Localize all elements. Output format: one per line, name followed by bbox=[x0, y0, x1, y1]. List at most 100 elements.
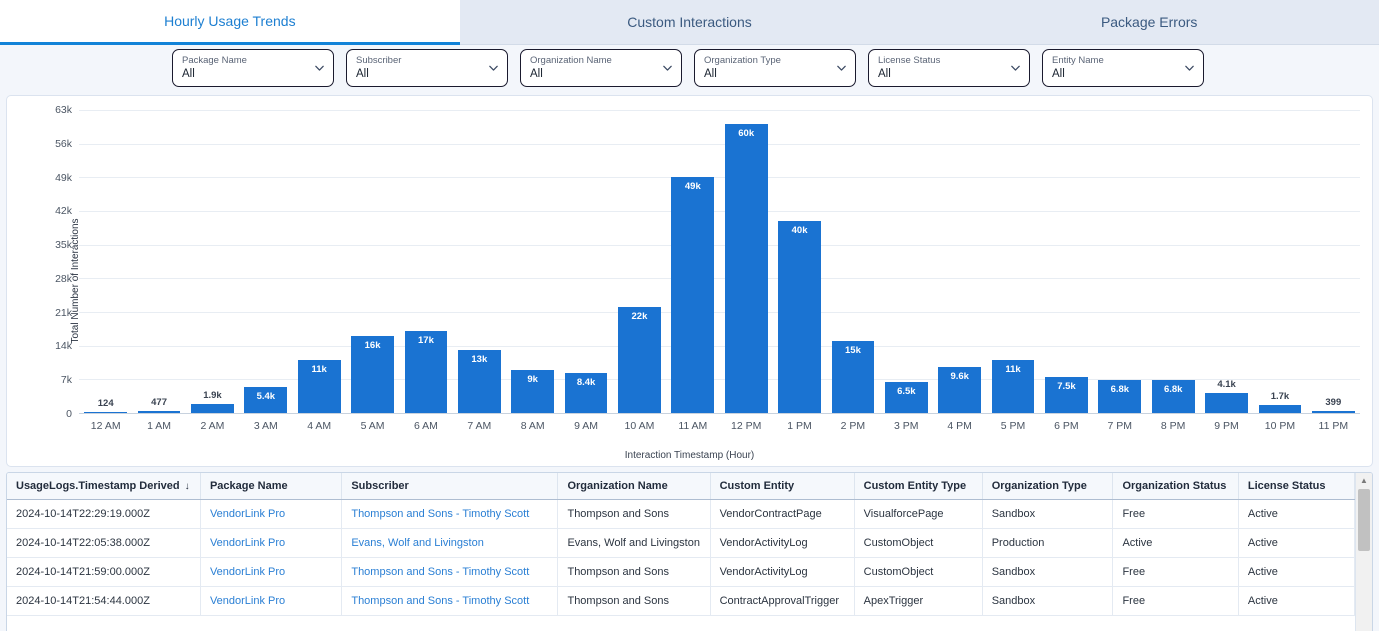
chart-bar[interactable]: 22k bbox=[618, 307, 661, 413]
cell-subscriber[interactable]: Thompson and Sons - Timothy Scott bbox=[341, 557, 559, 587]
chart-bar-value-label: 22k bbox=[631, 311, 648, 323]
cell-custom-entity: VendorContractPage bbox=[710, 499, 855, 529]
cell-organization-status: Active bbox=[1112, 528, 1239, 558]
table-column-header[interactable]: Organization Name bbox=[557, 473, 711, 500]
chart-bar[interactable]: 60k bbox=[724, 124, 768, 413]
chart-bar-cell: 15k 2 PM bbox=[826, 110, 879, 432]
filter-license-status[interactable]: License Status All bbox=[868, 49, 1030, 87]
chart-bar[interactable]: 7.5k bbox=[1045, 376, 1088, 413]
table-column-header[interactable]: Custom Entity bbox=[710, 473, 855, 500]
chart-bar[interactable]: 15k bbox=[831, 340, 875, 413]
chart-bar[interactable]: 5.4k bbox=[244, 387, 288, 413]
table-column-header[interactable]: Organization Status bbox=[1112, 473, 1239, 500]
chart-bar[interactable]: 6.8k bbox=[1098, 380, 1142, 413]
table-vertical-scrollbar[interactable]: ▲ bbox=[1355, 473, 1372, 631]
table-row[interactable]: 2024-10-14T22:29:19.000Z VendorLink Pro Th… bbox=[7, 499, 1355, 529]
table-column-header[interactable]: Custom Entity Type bbox=[854, 473, 983, 500]
chart-bar[interactable]: 13k bbox=[457, 350, 501, 413]
sort-descending-icon[interactable]: ↓ bbox=[185, 481, 190, 492]
chevron-down-icon[interactable] bbox=[662, 63, 673, 74]
chart-bar[interactable]: 477 bbox=[137, 397, 181, 413]
cell-subscriber[interactable]: Evans, Wolf and Livingston bbox=[341, 528, 559, 558]
chart-bar[interactable]: 9.6k bbox=[938, 366, 982, 413]
chart-bar-value-label: 13k bbox=[471, 354, 488, 366]
filter-organization-name[interactable]: Organization Name All bbox=[520, 49, 682, 87]
scroll-up-arrow-icon[interactable]: ▲ bbox=[1356, 473, 1372, 488]
cell-package-name[interactable]: VendorLink Pro bbox=[200, 586, 343, 616]
table-row[interactable]: 2024-10-14T22:05:38.000Z VendorLink Pro Ev… bbox=[7, 528, 1355, 558]
scrollbar-thumb[interactable] bbox=[1358, 489, 1370, 551]
table-column-header[interactable]: Package Name bbox=[200, 473, 343, 500]
chart-bar[interactable]: 4.1k bbox=[1205, 379, 1248, 413]
filter-entity-name[interactable]: Entity Name All bbox=[1042, 49, 1204, 87]
chart-x-axis-label: Interaction Timestamp (Hour) bbox=[624, 450, 755, 461]
chart-bar-cell: 16k 5 AM bbox=[346, 110, 399, 432]
chart-bar[interactable]: 8.4k bbox=[564, 372, 608, 413]
chart-bar-cell: 13k 7 AM bbox=[453, 110, 506, 432]
chart-bar-value-label: 16k bbox=[364, 340, 381, 352]
table-column-header[interactable]: Organization Type bbox=[982, 473, 1114, 500]
tab-hourly-usage-trends[interactable]: Hourly Usage Trends bbox=[0, 0, 460, 45]
cell-organization-name: Thompson and Sons bbox=[557, 557, 711, 587]
table-body: 2024-10-14T22:29:19.000Z VendorLink Pro Th… bbox=[7, 499, 1355, 616]
chevron-down-icon[interactable] bbox=[836, 63, 847, 74]
chevron-down-icon[interactable] bbox=[488, 63, 499, 74]
cell-organization-status: Free bbox=[1112, 557, 1239, 587]
chart-y-tick-label: 14k bbox=[55, 340, 72, 353]
chart-bar[interactable]: 16k bbox=[351, 336, 394, 413]
cell-custom-entity: VendorActivityLog bbox=[710, 528, 855, 558]
filter-organization-type[interactable]: Organization Type All bbox=[694, 49, 856, 87]
chevron-down-icon[interactable] bbox=[314, 63, 325, 74]
chart-y-tick-label: 21k bbox=[55, 306, 72, 319]
filter-package-name[interactable]: Package Name All bbox=[172, 49, 334, 87]
chart-bar[interactable]: 399 bbox=[1311, 397, 1355, 413]
usage-logs-table: UsageLogs.Timestamp Derived ↓ Package Name… bbox=[7, 473, 1355, 616]
chart-bar[interactable]: 124 bbox=[84, 398, 128, 413]
chart-bar[interactable]: 6.8k bbox=[1151, 380, 1195, 413]
chart-bar[interactable]: 6.5k bbox=[884, 381, 928, 413]
cell-package-name[interactable]: VendorLink Pro bbox=[200, 499, 343, 529]
chart-bar-value-label: 399 bbox=[1325, 397, 1342, 409]
filter-subscriber[interactable]: Subscriber All bbox=[346, 49, 508, 87]
chart-bar-cell: 40k 1 PM bbox=[773, 110, 826, 432]
table-column-header[interactable]: License Status bbox=[1238, 473, 1355, 500]
chart-bar-cell: 477 1 AM bbox=[132, 110, 185, 432]
filter-label: License Status bbox=[878, 55, 941, 66]
chart-bar-cell: 399 11 PM bbox=[1307, 110, 1360, 432]
table-column-header[interactable]: Subscriber bbox=[341, 473, 559, 500]
cell-organization-type: Production bbox=[982, 528, 1114, 558]
column-header-label: Organization Name bbox=[567, 480, 668, 492]
chart-bar[interactable]: 40k bbox=[778, 220, 821, 413]
cell-subscriber[interactable]: Thompson and Sons - Timothy Scott bbox=[341, 499, 559, 529]
chart-bar-cell: 7.5k 6 PM bbox=[1040, 110, 1093, 432]
cell-subscriber[interactable]: Thompson and Sons - Timothy Scott bbox=[341, 586, 559, 616]
table-row[interactable]: 2024-10-14T21:59:00.000Z VendorLink Pro Th… bbox=[7, 557, 1355, 587]
table-column-header[interactable]: UsageLogs.Timestamp Derived ↓ bbox=[7, 473, 201, 500]
chart-bar[interactable]: 11k bbox=[297, 360, 341, 413]
cell-timestamp: 2024-10-14T21:54:44.000Z bbox=[7, 586, 201, 616]
tab-package-errors[interactable]: Package Errors bbox=[919, 0, 1379, 45]
chart-bar[interactable]: 1.9k bbox=[191, 390, 234, 413]
cell-organization-name: Thompson and Sons bbox=[557, 499, 711, 529]
cell-package-name[interactable]: VendorLink Pro bbox=[200, 528, 343, 558]
chart-y-tick-label: 0 bbox=[66, 408, 72, 420]
column-header-label: License Status bbox=[1247, 480, 1326, 492]
table-header: UsageLogs.Timestamp Derived ↓ Package Name… bbox=[7, 473, 1355, 500]
chart-bar[interactable]: 9k bbox=[511, 369, 555, 413]
table-row[interactable]: 2024-10-14T21:54:44.000Z VendorLink Pro Th… bbox=[7, 586, 1355, 616]
chart-bar[interactable]: 11k bbox=[991, 360, 1035, 413]
tab-custom-interactions[interactable]: Custom Interactions bbox=[459, 0, 920, 45]
chevron-down-icon[interactable] bbox=[1184, 63, 1195, 74]
cell-package-name[interactable]: VendorLink Pro bbox=[200, 557, 343, 587]
cell-timestamp: 2024-10-14T22:29:19.000Z bbox=[7, 499, 201, 529]
chart-bar[interactable]: 49k bbox=[671, 177, 715, 413]
cell-organization-name: Thompson and Sons bbox=[557, 586, 711, 616]
chart-bar[interactable]: 17k bbox=[404, 331, 448, 413]
chart-bar[interactable]: 1.7k bbox=[1258, 391, 1302, 413]
tab-label: Package Errors bbox=[1100, 14, 1198, 30]
chart-bar-cell: 1.7k 10 PM bbox=[1253, 110, 1306, 432]
filter-label: Entity Name bbox=[1052, 55, 1104, 66]
filter-value: All bbox=[530, 68, 543, 80]
chart-bar-value-label: 6.8k bbox=[1163, 384, 1183, 396]
chevron-down-icon[interactable] bbox=[1010, 63, 1021, 74]
